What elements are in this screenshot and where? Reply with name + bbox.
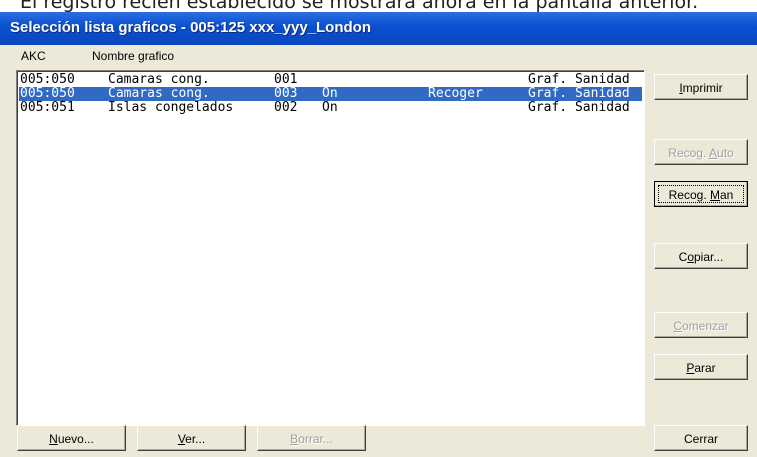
akc-cell: 005:050 [20, 72, 75, 87]
name-cell: Camaras cong. [108, 72, 210, 87]
copiar-button[interactable]: Copiar... [654, 243, 748, 269]
button-label: omenzar [681, 319, 729, 333]
button-label: uto [717, 146, 734, 160]
type-cell: Graf. Sanidad [528, 100, 630, 115]
mnemonic-key: M [710, 188, 720, 202]
button-label: mprimir [682, 81, 723, 95]
recog-man-button[interactable]: Recog. Man [654, 181, 748, 207]
column-header-akc: AKC [21, 49, 46, 63]
state-cell: On [322, 86, 338, 101]
mnemonic-key: B [290, 432, 299, 446]
graph-selection-dialog: Selección lista graficos - 005:125 xxx_y… [0, 12, 757, 457]
name-cell: Islas congelados [108, 100, 234, 115]
number-cell: 003 [274, 86, 298, 101]
comenzar-button[interactable]: Comenzar [654, 312, 748, 338]
title-bar[interactable]: Selección lista graficos - 005:125 xxx_y… [0, 12, 757, 45]
button-label: Recog. [668, 146, 709, 160]
borrar-button[interactable]: Borrar... [257, 425, 366, 451]
akc-cell: 005:051 [20, 100, 75, 115]
button-label: piar... [694, 250, 724, 264]
column-header-nombre-grafico: Nombre grafico [92, 49, 175, 63]
mnemonic-key: o [687, 250, 694, 264]
number-cell: 002 [274, 100, 298, 115]
button-label: er... [185, 432, 206, 446]
button-label: C [678, 250, 688, 264]
window-title: Selección lista graficos - 005:125 xxx_y… [10, 19, 371, 36]
akc-cell: 005:050 [20, 86, 75, 101]
state-cell: On [322, 100, 338, 115]
nuevo-button[interactable]: Nuevo... [17, 425, 126, 451]
type-cell: Graf. Sanidad [528, 86, 630, 101]
list-item[interactable]: 005:051 Islas congelados 002 On Graf. Sa… [19, 101, 642, 115]
button-label: arar [694, 361, 716, 375]
graph-list[interactable]: 005:050 Camaras cong. 001 Graf. Sanidad … [16, 70, 645, 426]
imprimir-button[interactable]: Imprimir [654, 74, 748, 100]
button-label: orrar... [298, 432, 333, 446]
mnemonic-key: C [673, 319, 682, 333]
type-cell: Graf. Sanidad [528, 72, 630, 87]
list-item-selected[interactable]: 005:050 Camaras cong. 003 On Recoger Gra… [19, 87, 642, 101]
recog-auto-button[interactable]: Recog. Auto [654, 139, 748, 165]
button-label: Recog. [668, 188, 710, 202]
button-label: an [720, 188, 734, 202]
ver-button[interactable]: Ver... [137, 425, 246, 451]
list-item[interactable]: 005:050 Camaras cong. 001 Graf. Sanidad [19, 73, 642, 87]
button-label: uevo... [57, 432, 94, 446]
action-cell: Recoger [428, 86, 483, 101]
cerrar-button[interactable]: Cerrar [654, 425, 748, 451]
parar-button[interactable]: Parar [654, 354, 748, 380]
number-cell: 001 [274, 72, 298, 87]
name-cell: Camaras cong. [108, 86, 210, 101]
mnemonic-key: A [709, 146, 718, 160]
mnemonic-key: N [49, 432, 58, 446]
